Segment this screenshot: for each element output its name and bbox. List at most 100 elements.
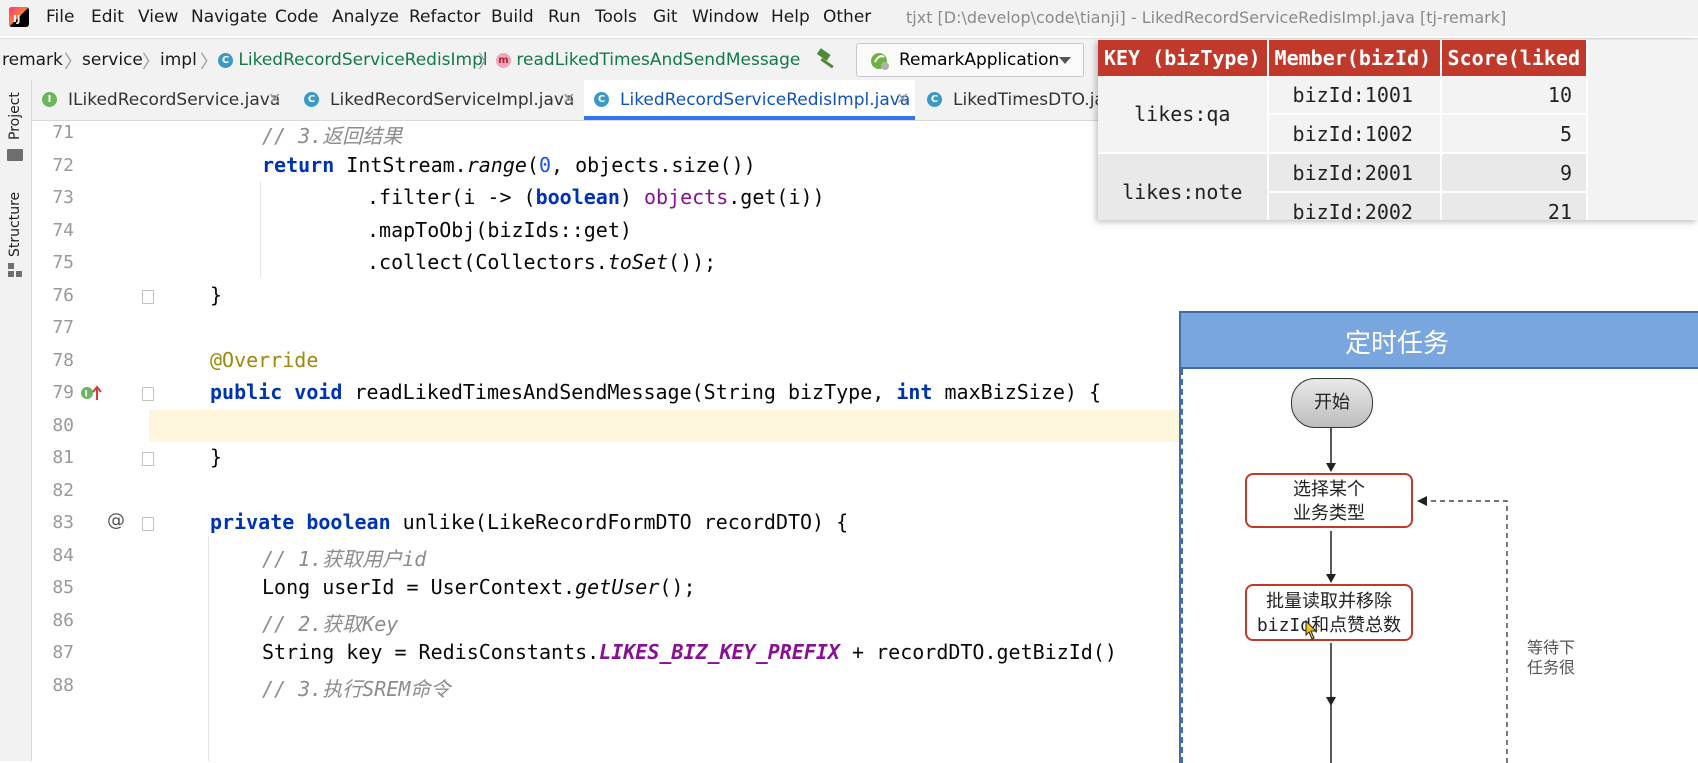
mouse-cursor-icon: [1305, 620, 1318, 640]
flow-step-line: 批量读取并移除: [1266, 591, 1392, 612]
code-text: // 3.返回结果: [262, 124, 403, 148]
menu-help[interactable]: Help: [771, 7, 810, 27]
table-cell-member: bizId:1002: [1267, 114, 1442, 154]
menu-window[interactable]: Window: [692, 7, 759, 27]
line-number: 80: [52, 414, 74, 436]
menu-refactor[interactable]: Refactor: [409, 7, 480, 27]
structure-tool-button[interactable]: Structure: [7, 192, 23, 257]
line-number: 84: [52, 544, 74, 566]
indent-guide: [208, 536, 209, 761]
header-key: KEY (bizType): [1098, 40, 1269, 76]
menu-analyze[interactable]: Analyze: [332, 7, 399, 27]
code-text: Long userId = UserContext.getUser();: [262, 575, 696, 599]
chevron-right-icon: 〉: [142, 52, 160, 73]
run-configuration-select[interactable]: RemarkApplication: [856, 43, 1084, 77]
close-icon[interactable]: ✕: [896, 89, 909, 108]
code-text: // 2.获取Key: [262, 611, 399, 636]
build-hammer-icon[interactable]: [815, 47, 839, 71]
menu-build[interactable]: Build: [491, 7, 534, 27]
method-icon: m: [496, 52, 511, 68]
table-row: likes:qa bizId:1001 10: [1098, 76, 1589, 154]
menu-code[interactable]: Code: [275, 7, 319, 27]
line-number: 81: [52, 447, 74, 468]
tab-liked-record-service-redis-impl[interactable]: C LikedRecordServiceRedisImpl.java ✕: [584, 80, 915, 120]
menu-git[interactable]: Git: [653, 7, 678, 27]
tab-liked-times-dto[interactable]: C LikedTimesDTO.jav: [917, 80, 1117, 118]
code-text: }: [210, 282, 223, 307]
breadcrumb-method[interactable]: m readLikedTimesAndSendMessage: [496, 50, 800, 70]
line-number: 83: [52, 512, 74, 533]
flow-step-line: 选择某个: [1293, 479, 1365, 500]
flow-step-batch-read: 批量读取并移除 bizId和点赞总数: [1245, 584, 1413, 641]
project-tool-button[interactable]: Project: [7, 92, 23, 140]
svg-text:I: I: [85, 390, 88, 400]
fold-marker-icon[interactable]: [142, 452, 154, 466]
spring-boot-icon: [871, 53, 889, 70]
intellij-logo-icon[interactable]: IJ: [9, 7, 29, 27]
flow-step-select-biz-type: 选择某个 业务类型: [1245, 473, 1413, 528]
table-cell-score: 10: [1440, 76, 1589, 115]
menu-view[interactable]: View: [138, 7, 178, 27]
tab-label: LikedRecordServiceImpl.java: [330, 90, 575, 110]
structure-icon[interactable]: [8, 263, 22, 277]
code-line[interactable]: 76 }: [32, 280, 1698, 313]
table-cell-key: likes:qa: [1098, 76, 1269, 154]
menu-bar: IJ File Edit View Navigate Code Analyze …: [0, 0, 1698, 36]
code-text: .collect(Collectors.toSet());: [367, 250, 717, 274]
table-cell-score: 21: [1440, 192, 1589, 220]
line-number: 71: [52, 122, 74, 143]
interface-icon: I: [42, 92, 57, 107]
code-text: String key = RedisConstants.LIKES_BIZ_KE…: [262, 640, 1117, 664]
line-number: 78: [52, 349, 74, 371]
flowchart-connectors: [1326, 428, 1508, 763]
line-number: 87: [52, 642, 74, 663]
table-cell-key: likes:note: [1098, 153, 1269, 220]
table-row: likes:note bizId:2001 9: [1098, 153, 1589, 220]
tab-label: ILikedRecordService.java: [68, 90, 281, 110]
code-line[interactable]: 75 .collect(Collectors.toSet());: [32, 247, 1698, 280]
at-usage-icon[interactable]: @: [107, 510, 125, 531]
menu-tools[interactable]: Tools: [595, 7, 637, 27]
line-number: 86: [52, 609, 74, 631]
menu-file[interactable]: File: [46, 7, 74, 27]
breadcrumb-method-label: readLikedTimesAndSendMessage: [516, 50, 801, 70]
class-icon: C: [927, 92, 942, 107]
menu-edit[interactable]: Edit: [91, 7, 124, 27]
code-text: }: [210, 445, 223, 469]
menu-run[interactable]: Run: [548, 7, 581, 27]
code-text: .filter(i -> (boolean) objects.get(i)): [367, 185, 825, 209]
line-number: 82: [52, 479, 74, 501]
tab-liked-record-service-impl[interactable]: C LikedRecordServiceImpl.java ✕: [294, 80, 582, 118]
chevron-right-icon: 〉: [200, 52, 218, 73]
breadcrumb-module[interactable]: remark: [2, 50, 63, 70]
folder-icon[interactable]: [7, 149, 23, 161]
line-number: 74: [52, 219, 74, 241]
header-score: Score(liked: [1440, 40, 1589, 76]
fold-marker-icon[interactable]: [142, 387, 154, 401]
table-cell-member: bizId:1001: [1267, 76, 1442, 115]
fold-marker-icon[interactable]: [142, 289, 154, 304]
line-number: 88: [52, 674, 74, 696]
breadcrumb-class[interactable]: C LikedRecordServiceRedisImpl: [218, 50, 488, 70]
code-text: .mapToObj(bizIds::get): [367, 217, 632, 242]
menu-other[interactable]: Other: [823, 7, 871, 27]
header-member: Member(bizId): [1267, 40, 1442, 76]
breadcrumb-package-service[interactable]: service: [82, 50, 143, 70]
tab-iliked-record-service[interactable]: I ILikedRecordService.java ✕: [32, 80, 294, 118]
table-header-row: KEY (bizType) Member(bizId) Score(liked: [1098, 40, 1589, 76]
close-icon[interactable]: ✕: [562, 89, 575, 108]
menu-navigate[interactable]: Navigate: [191, 7, 267, 27]
implements-method-icon[interactable]: I: [80, 384, 104, 402]
fold-marker-icon[interactable]: [142, 517, 154, 531]
line-number: 85: [52, 577, 74, 598]
close-icon[interactable]: ✕: [268, 89, 281, 108]
tab-label: LikedTimesDTO.jav: [953, 90, 1115, 110]
chevron-right-icon: 〉: [478, 52, 496, 73]
table-cell-score: 5: [1440, 114, 1589, 154]
breadcrumb-package-impl[interactable]: impl: [160, 50, 197, 70]
line-number: 79: [52, 382, 74, 403]
flow-step-line: bizId和点赞总数: [1256, 615, 1402, 636]
flow-start-node: 开始: [1291, 378, 1373, 428]
redis-table: KEY (bizType) Member(bizId) Score(liked …: [1098, 40, 1589, 220]
line-number: 77: [52, 317, 74, 338]
